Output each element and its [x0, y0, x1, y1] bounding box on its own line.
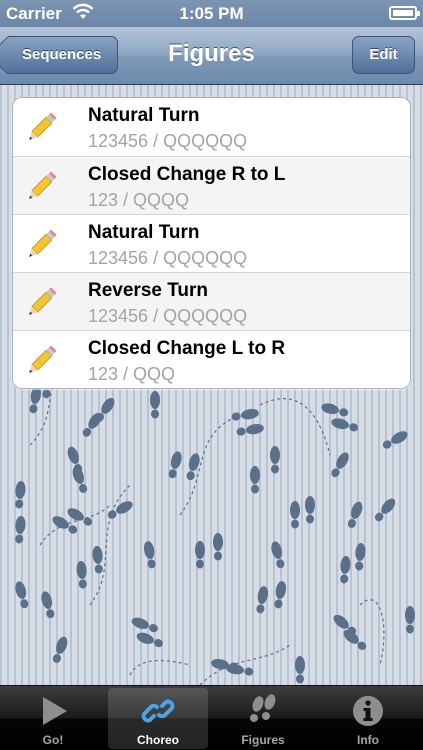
status-bar: Carrier 1:05 PM — [0, 0, 423, 27]
figure-name: Natural Turn — [88, 105, 200, 126]
battery-icon — [389, 6, 420, 20]
sequences-back-button[interactable]: Sequences — [8, 36, 118, 74]
play-icon — [43, 697, 67, 725]
link-icon — [141, 699, 175, 723]
figure-row[interactable]: Closed Change R to L 123 / QQQQ — [13, 156, 410, 214]
info-icon — [353, 696, 383, 726]
pencil-icon — [29, 345, 57, 373]
clock: 1:05 PM — [179, 4, 244, 23]
pencil-icon — [29, 287, 57, 315]
figure-detail: 123456 / QQQQQQ — [88, 306, 248, 326]
figure-name: Closed Change L to R — [88, 338, 286, 359]
tab-figures[interactable]: Figures — [213, 688, 313, 749]
navigation-bar: Sequences Figures Edit — [0, 27, 423, 85]
figure-detail: 123456 / QQQQQQ — [88, 131, 248, 151]
tab-bar: Go! Choreo Figures Info — [0, 685, 423, 750]
figure-name: Closed Change R to L — [88, 164, 286, 185]
edit-button[interactable]: Edit — [352, 36, 415, 74]
figures-list: Natural Turn 123456 / QQQQQQ Closed Chan… — [12, 97, 411, 389]
tab-label: Figures — [241, 733, 285, 747]
footprints-icon — [250, 694, 276, 722]
pencil-icon — [29, 112, 57, 140]
pencil-icon — [29, 229, 57, 257]
tab-info[interactable]: Info — [318, 688, 418, 749]
tab-choreo[interactable]: Choreo — [108, 688, 208, 749]
figure-row[interactable]: Natural Turn 123456 / QQQQQQ — [13, 98, 410, 156]
page-title: Figures — [168, 40, 255, 67]
back-button-label: Sequences — [22, 46, 102, 63]
figure-name: Reverse Turn — [88, 280, 209, 301]
figure-detail: 123 / QQQQ — [88, 190, 190, 210]
tab-label: Go! — [42, 733, 64, 747]
tab-label: Info — [357, 733, 379, 747]
tab-go[interactable]: Go! — [3, 688, 103, 749]
pencil-icon — [29, 171, 57, 199]
tab-label: Choreo — [137, 733, 179, 747]
figure-row[interactable]: Closed Change L to R 123 / QQQ — [13, 330, 410, 388]
figure-row[interactable]: Natural Turn 123456 / QQQQQQ — [13, 214, 410, 272]
figure-detail: 123456 / QQQQQQ — [88, 248, 248, 268]
figure-name: Natural Turn — [88, 222, 200, 243]
figure-row[interactable]: Reverse Turn 123456 / QQQQQQ — [13, 272, 410, 330]
figure-detail: 123 / QQQ — [88, 364, 176, 384]
